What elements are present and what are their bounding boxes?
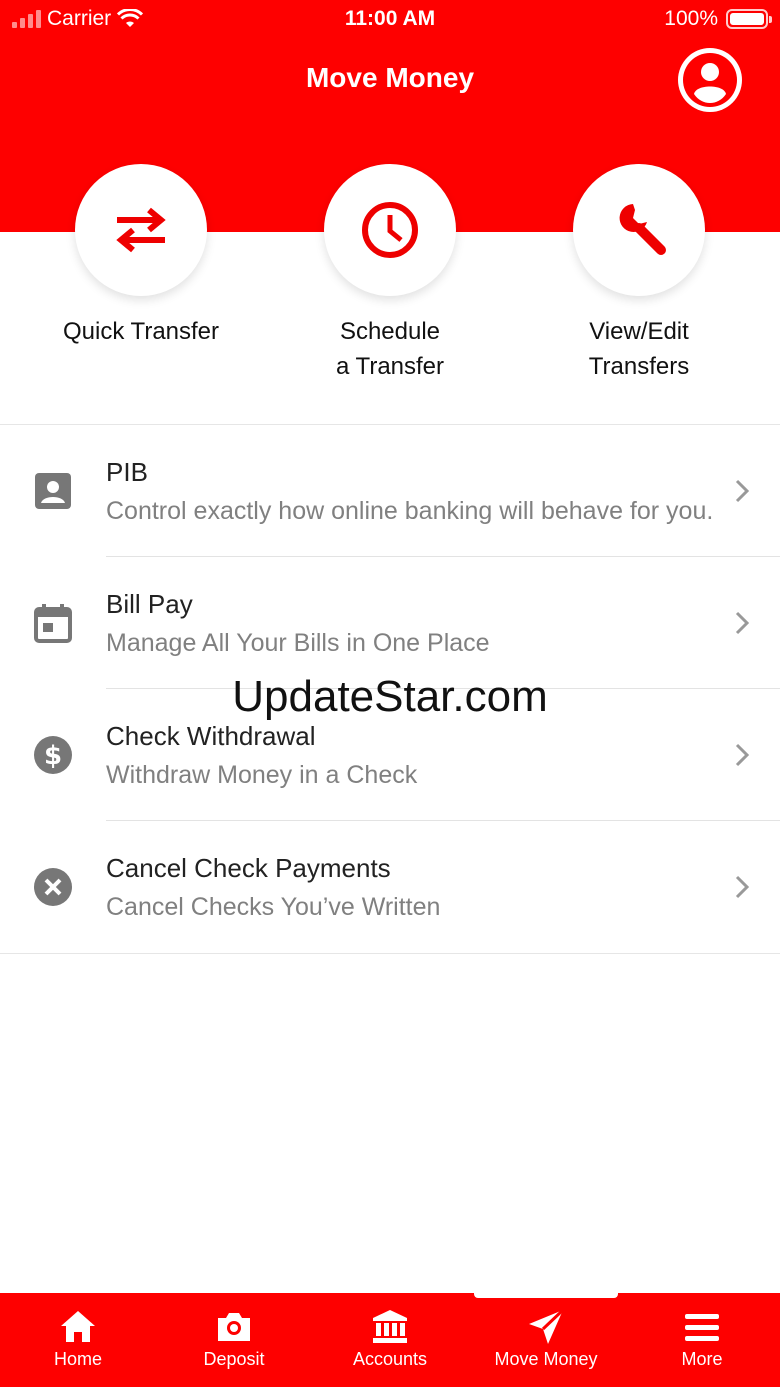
tab-accounts[interactable]: Accounts xyxy=(312,1293,468,1387)
tab-label: Accounts xyxy=(352,1349,428,1369)
account-box-icon xyxy=(35,473,71,509)
tab-home[interactable]: Home xyxy=(0,1293,156,1387)
tab-label: Deposit xyxy=(203,1349,265,1369)
clock-icon xyxy=(362,202,418,258)
quick-transfer-button[interactable]: Quick Transfer xyxy=(16,164,266,349)
cancel-circle-icon xyxy=(34,868,72,906)
tab-label: Move Money xyxy=(494,1349,598,1369)
list-item-bill-pay[interactable]: Bill Pay Manage All Your Bills in One Pl… xyxy=(0,557,780,689)
dollar-circle-icon: $ xyxy=(34,736,72,774)
tab-bar: Home Deposit Accounts Move Money More xyxy=(0,1293,780,1387)
chevron-right-icon xyxy=(735,743,750,767)
bank-icon xyxy=(373,1310,407,1343)
tab-deposit[interactable]: Deposit xyxy=(156,1293,312,1387)
calendar-icon xyxy=(34,604,72,643)
view-edit-transfers-button[interactable]: View/Edit Transfers xyxy=(514,164,764,384)
profile-icon xyxy=(683,53,737,107)
list-item-pib[interactable]: PIB Control exactly how online banking w… xyxy=(0,425,780,557)
wrench-icon xyxy=(619,204,666,255)
status-time: 11:00 AM xyxy=(344,7,436,30)
swap-arrows-icon xyxy=(116,207,166,253)
view-edit-transfers-label: View/Edit Transfers xyxy=(588,318,690,380)
schedule-transfer-label: Schedule a Transfer xyxy=(335,318,445,380)
chevron-right-icon xyxy=(735,875,750,899)
list-item-subtitle: Manage All Your Bills in One Place xyxy=(106,629,490,657)
list-item-subtitle: Control exactly how online banking will … xyxy=(106,497,714,525)
list-item-title: Bill Pay xyxy=(106,589,193,619)
tab-move-money[interactable]: Move Money xyxy=(468,1293,624,1387)
status-bar: Carrier 11:00 AM 100% xyxy=(0,0,780,40)
menu-icon xyxy=(685,1314,719,1341)
tab-label: More xyxy=(681,1349,723,1369)
home-icon xyxy=(61,1311,95,1342)
list-item-title: PIB xyxy=(106,457,148,487)
list-item-subtitle: Cancel Checks You’ve Written xyxy=(106,893,441,921)
tab-more[interactable]: More xyxy=(624,1293,780,1387)
chevron-right-icon xyxy=(735,479,750,503)
battery-percent: 100% xyxy=(664,7,718,30)
quick-transfer-label: Quick Transfer xyxy=(62,318,220,345)
list-item-title: Cancel Check Payments xyxy=(106,853,391,883)
camera-icon xyxy=(218,1313,250,1341)
schedule-transfer-button[interactable]: Schedule a Transfer xyxy=(265,164,515,384)
tab-label: Home xyxy=(53,1349,102,1369)
profile-button[interactable] xyxy=(678,48,742,112)
chevron-right-icon xyxy=(735,611,750,635)
page-title: Move Money xyxy=(305,62,475,93)
watermark: UpdateStar.com xyxy=(232,672,548,721)
paper-plane-icon xyxy=(529,1308,565,1344)
list-item-cancel-check-payments[interactable]: Cancel Check Payments Cancel Checks You’… xyxy=(0,821,780,953)
battery-icon xyxy=(726,9,772,29)
list-item-title: Check Withdrawal xyxy=(106,721,316,751)
svg-text:$: $ xyxy=(44,741,62,771)
list-item-subtitle: Withdraw Money in a Check xyxy=(106,761,418,789)
